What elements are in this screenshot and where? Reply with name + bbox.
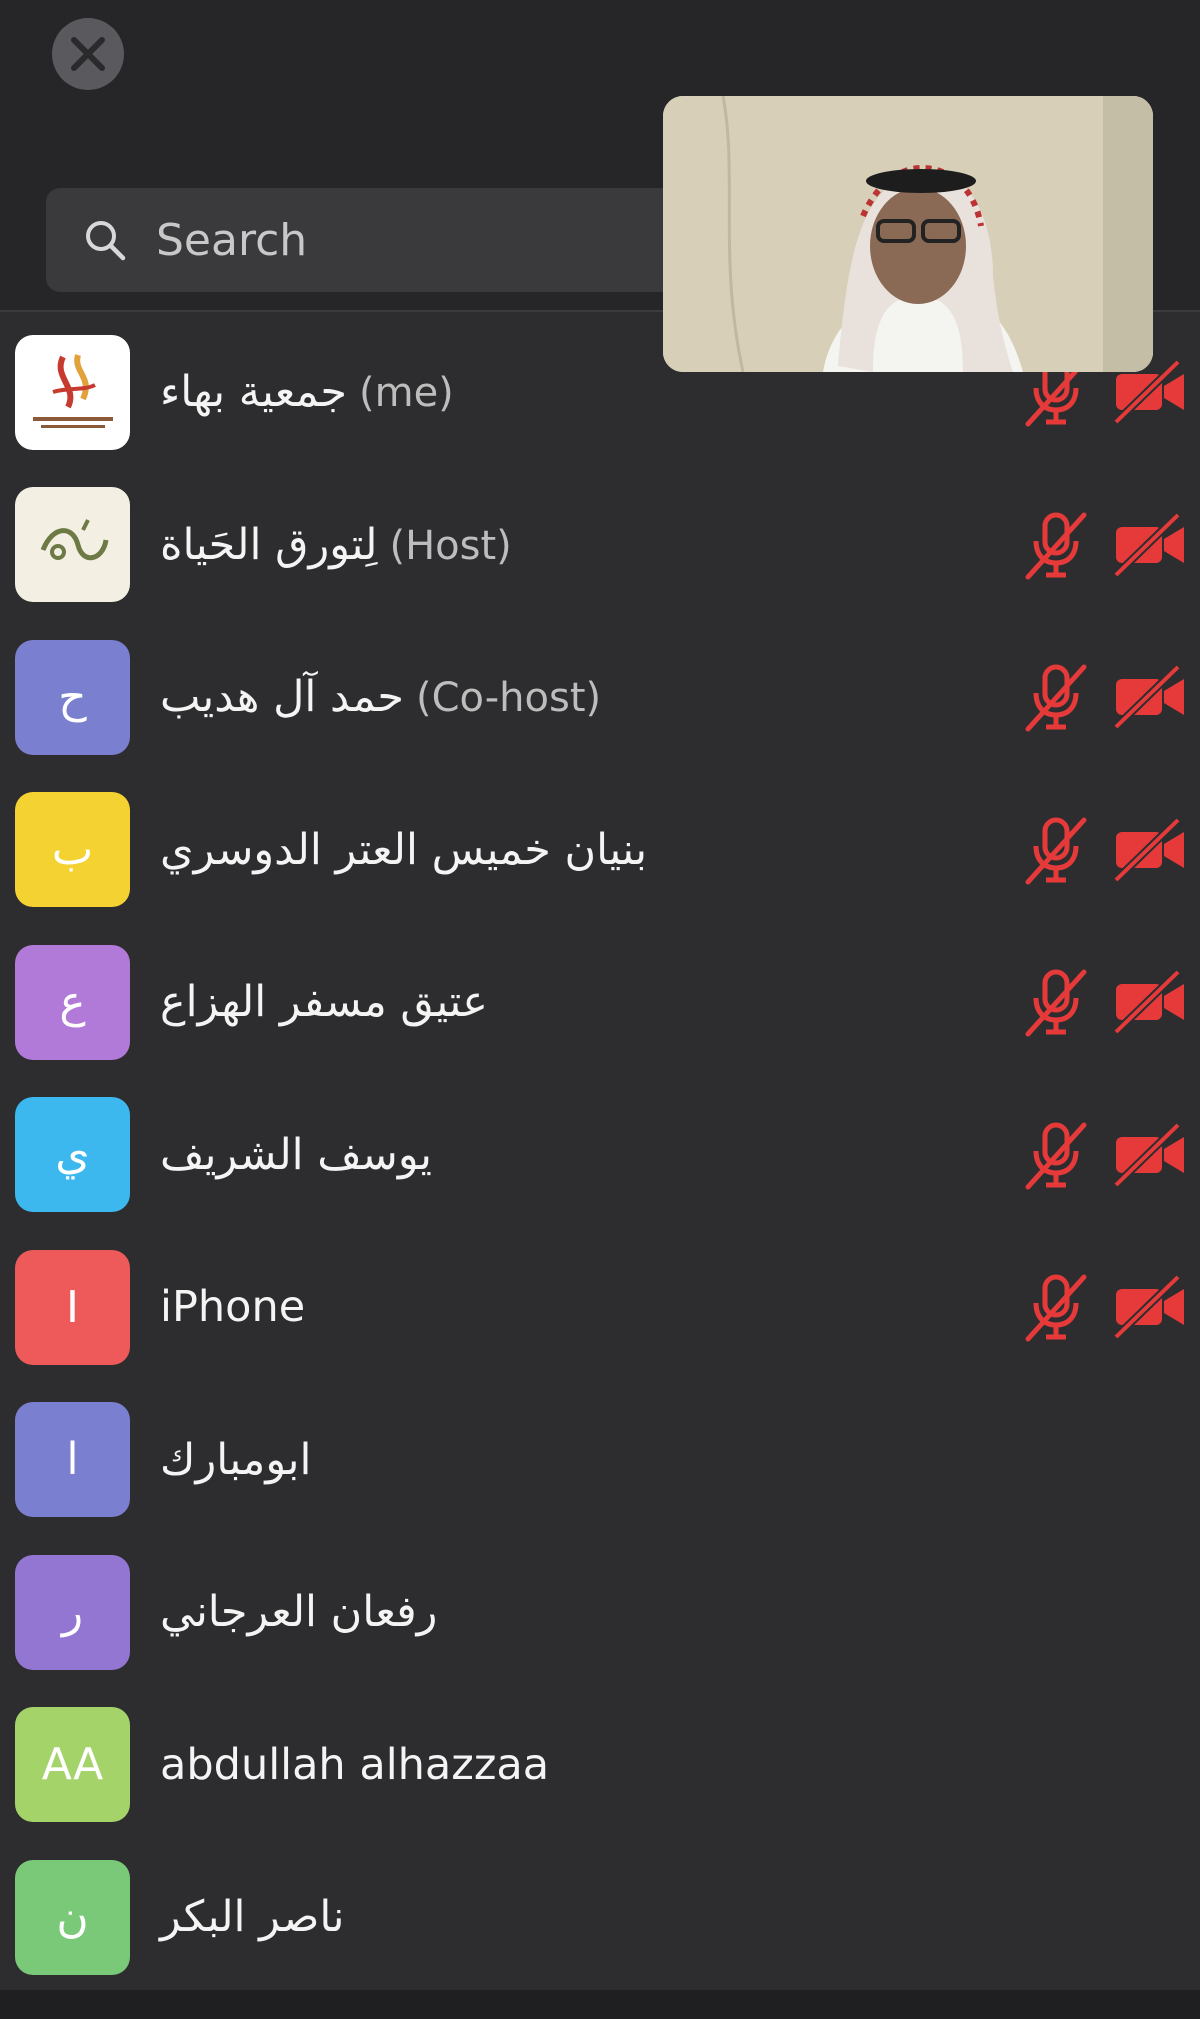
participant-name: لِتورق الحَياة (Host) <box>160 519 512 570</box>
avatar: ي <box>15 1097 130 1213</box>
participant-list: جمعية بهاء (me) لِتورق الحَياة (Host) ح حم… <box>0 316 1200 1994</box>
bottom-strip <box>0 1990 1200 2019</box>
participant-name: ناصر البكر <box>160 1892 345 1943</box>
mic-off-icon[interactable] <box>1020 1271 1092 1343</box>
participant-row[interactable]: ي يوسف الشريف <box>0 1079 1200 1232</box>
participant-row[interactable]: ا ابومبارك <box>0 1384 1200 1537</box>
video-off-icon[interactable] <box>1112 661 1188 733</box>
mic-off-icon[interactable] <box>1020 509 1092 581</box>
close-icon <box>71 37 105 71</box>
avatar: ح <box>15 639 130 755</box>
search-icon <box>80 215 130 265</box>
video-off-icon[interactable] <box>1112 509 1188 581</box>
mic-off-icon[interactable] <box>1020 661 1092 733</box>
participant-name: عتيق مسفر الهزاع <box>160 977 488 1028</box>
avatar: AA <box>15 1707 130 1823</box>
participant-name: بنيان خميس العتر الدوسري <box>160 824 648 875</box>
participant-row[interactable]: ن ناصر البكر <box>0 1841 1200 1994</box>
mic-off-icon[interactable] <box>1020 814 1092 886</box>
avatar: ن <box>15 1859 130 1975</box>
avatar: I <box>15 1249 130 1365</box>
video-off-icon[interactable] <box>1112 1119 1188 1191</box>
participant-name: حمد آل هديب (Co-host) <box>160 672 602 723</box>
avatar: ا <box>15 1402 130 1518</box>
participant-name: يوسف الشريف <box>160 1129 433 1180</box>
video-off-icon[interactable] <box>1112 814 1188 886</box>
participant-row[interactable]: I iPhone <box>0 1231 1200 1384</box>
participant-row[interactable]: AA abdullah alhazzaa <box>0 1689 1200 1842</box>
organization-logo-icon <box>32 354 113 429</box>
participant-row[interactable]: ب بنيان خميس العتر الدوسري <box>0 774 1200 927</box>
participant-row[interactable]: لِتورق الحَياة (Host) <box>0 469 1200 622</box>
participant-name: جمعية بهاء (me) <box>160 367 454 418</box>
video-off-icon[interactable] <box>1112 966 1188 1038</box>
close-button[interactable] <box>52 18 124 90</box>
mic-off-icon[interactable] <box>1020 1119 1092 1191</box>
video-off-icon[interactable] <box>1112 1271 1188 1343</box>
self-video-preview[interactable] <box>663 96 1153 372</box>
participant-name: abdullah alhazzaa <box>160 1739 550 1790</box>
avatar: ع <box>15 944 130 1060</box>
participant-name: ابومبارك <box>160 1434 312 1485</box>
participant-row[interactable]: ر رفعان العرجاني <box>0 1536 1200 1689</box>
avatar: ب <box>15 792 130 908</box>
participant-row[interactable]: ح حمد آل هديب (Co-host) <box>0 621 1200 774</box>
participant-name: رفعان العرجاني <box>160 1587 438 1638</box>
mic-off-icon[interactable] <box>1020 966 1092 1038</box>
person-video-image <box>663 96 1153 372</box>
avatar <box>15 487 130 603</box>
participant-name: iPhone <box>160 1282 306 1333</box>
avatar: ر <box>15 1554 130 1670</box>
participant-row[interactable]: ع عتيق مسفر الهزاع <box>0 926 1200 1079</box>
avatar <box>15 334 130 450</box>
organization-logo-icon <box>40 518 108 560</box>
